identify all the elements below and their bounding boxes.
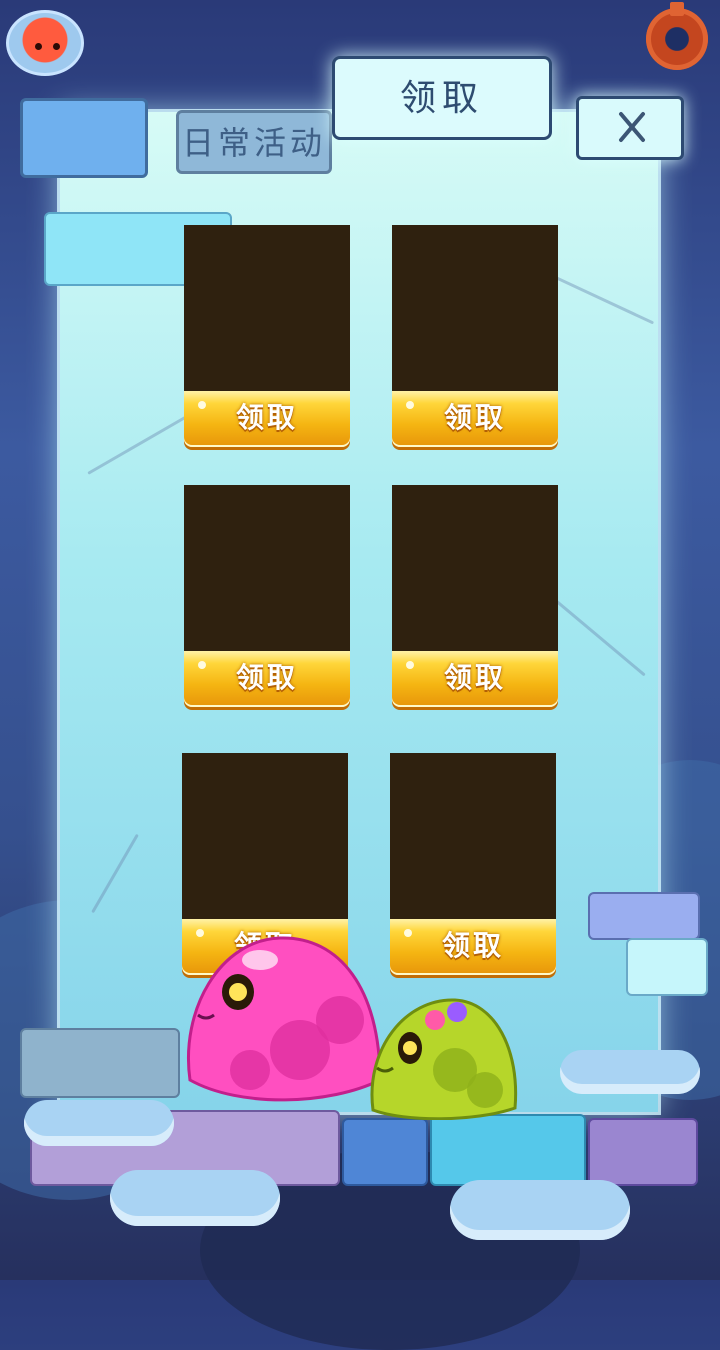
claim-button[interactable]: 领取 (392, 651, 558, 707)
claim-button[interactable]: 领取 (392, 391, 558, 447)
claim-button-label: 领取 (235, 661, 298, 694)
tab-claim[interactable]: 领取 (332, 56, 552, 140)
cloud-decoration (560, 1050, 700, 1094)
reward-image (390, 753, 556, 919)
ground-stone (342, 1118, 428, 1186)
claim-button-label: 领取 (441, 929, 504, 962)
ground-stone (588, 1118, 698, 1186)
tab-daily-activity[interactable]: 日常活动 (176, 110, 332, 174)
settings-gear-icon[interactable] (646, 2, 708, 70)
reward-image (184, 225, 350, 391)
reward-image (392, 485, 558, 651)
side-stone (626, 938, 708, 996)
reward-image (184, 485, 350, 651)
player-avatar-icon[interactable] (6, 10, 84, 76)
claim-button[interactable]: 领取 (390, 919, 556, 975)
side-stone (588, 892, 700, 940)
pink-slime-character (187, 936, 382, 1102)
close-button[interactable] (576, 96, 684, 160)
cloud-decoration (110, 1170, 280, 1226)
reward-slot-4: 领取 (392, 485, 558, 707)
reward-slot-6: 领取 (390, 753, 556, 975)
reward-image (392, 225, 558, 391)
green-slime-character (370, 998, 518, 1120)
claim-button-label: 领取 (443, 661, 506, 694)
claim-button-label: 领取 (235, 401, 298, 434)
close-icon (619, 112, 645, 142)
claim-button[interactable]: 领取 (184, 651, 350, 707)
ground-stone (430, 1114, 586, 1186)
reward-slot-3: 领取 (184, 485, 350, 707)
reward-slot-1: 领取 (184, 225, 350, 447)
claim-button[interactable]: 领取 (184, 391, 350, 447)
cloud-decoration (450, 1180, 630, 1240)
reward-image (182, 753, 348, 919)
ground-stone (20, 1028, 180, 1098)
claim-button-label: 领取 (443, 401, 506, 434)
cloud-decoration (24, 1100, 174, 1146)
reward-slot-2: 领取 (392, 225, 558, 447)
panel-corner-stone (20, 98, 148, 178)
